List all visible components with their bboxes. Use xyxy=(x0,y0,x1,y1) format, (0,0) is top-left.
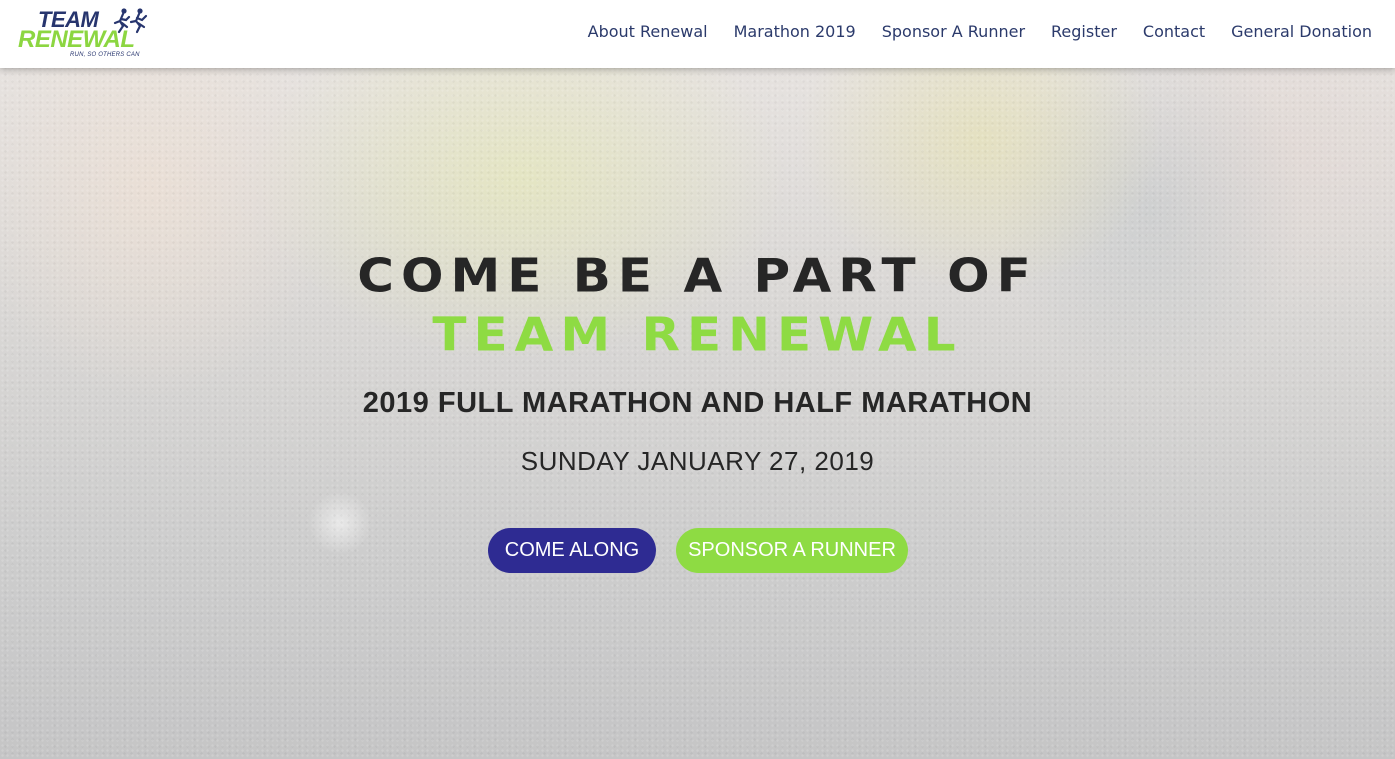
event-date: SUNDAY JANUARY 27, 2019 xyxy=(520,446,875,476)
hero-headline-line2: TEAM RENEWAL xyxy=(432,308,963,362)
sponsor-a-runner-button[interactable]: SPONSOR A RUNNER xyxy=(676,528,908,573)
hero-subheading: 2019 FULL MARATHON AND HALF MARATHON xyxy=(362,387,1033,419)
site-header: TEAM RENEWAL RUN, SO OTHERS CAN About Re… xyxy=(0,0,1395,68)
nav-contact[interactable]: Contact xyxy=(1143,21,1205,43)
nav-general-donation[interactable]: General Donation xyxy=(1231,21,1372,43)
nav-marathon-2019[interactable]: Marathon 2019 xyxy=(734,21,856,43)
site-logo[interactable]: TEAM RENEWAL RUN, SO OTHERS CAN xyxy=(18,8,150,60)
logo-text-renewal: RENEWAL xyxy=(18,26,135,53)
nav-about-renewal[interactable]: About Renewal xyxy=(588,21,708,43)
main-nav: About Renewal Marathon 2019 Sponsor A Ru… xyxy=(588,21,1372,43)
come-along-button[interactable]: COME ALONG xyxy=(488,528,656,573)
hero-headline-line1: COME BE A PART OF xyxy=(357,249,1038,303)
logo-tagline: RUN, SO OTHERS CAN xyxy=(70,52,140,58)
hero-section: COME BE A PART OF TEAM RENEWAL 2019 FULL… xyxy=(0,68,1395,759)
nav-register[interactable]: Register xyxy=(1051,21,1117,43)
page: TEAM RENEWAL RUN, SO OTHERS CAN About Re… xyxy=(0,0,1395,759)
nav-sponsor-a-runner[interactable]: Sponsor A Runner xyxy=(882,21,1025,43)
hero-content: COME BE A PART OF TEAM RENEWAL 2019 FULL… xyxy=(0,68,1395,759)
